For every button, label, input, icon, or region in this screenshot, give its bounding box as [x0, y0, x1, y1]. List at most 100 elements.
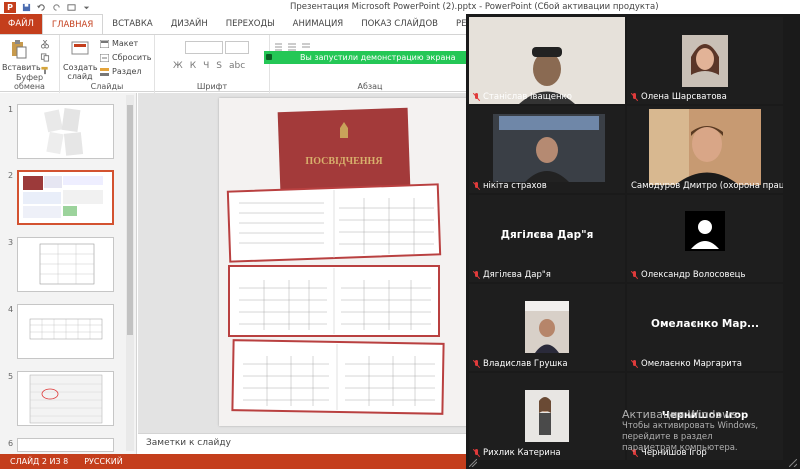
slide-number: 2: [8, 171, 14, 180]
copy-icon[interactable]: [40, 53, 50, 62]
mic-muted-icon: [473, 449, 480, 457]
notes-placeholder: Заметки к слайду: [146, 438, 231, 448]
slide-number: 5: [8, 372, 14, 381]
customize-qat-icon[interactable]: [82, 3, 91, 12]
mic-muted-icon: [473, 182, 480, 190]
font-size-combo[interactable]: [225, 41, 249, 54]
participant-video: [627, 17, 783, 104]
shadow-button[interactable]: S: [216, 61, 222, 71]
tab-animations[interactable]: АНИМАЦИЯ: [284, 14, 353, 34]
participant-name: Станіслав Іващенко: [483, 92, 572, 102]
participant-video: [469, 106, 625, 193]
slide-number: 4: [8, 305, 14, 314]
screen-share-notification[interactable]: Вы запустили демонстрацию экрана: [264, 51, 466, 64]
tab-slideshow[interactable]: ПОКАЗ СЛАЙДОВ: [352, 14, 447, 34]
paragraph-group: Абзац: [270, 35, 470, 93]
section-button[interactable]: Раздел: [100, 67, 142, 76]
participant-video: [469, 17, 625, 104]
participant-tile[interactable]: Рихлик Катерина: [469, 373, 625, 460]
font-name-combo[interactable]: [185, 41, 223, 54]
paste-icon: [12, 40, 27, 59]
window-title: Презентация Microsoft PowerPoint (2).ppt…: [290, 2, 659, 12]
slide-number: 6: [8, 439, 14, 448]
participant-name: Владислав Грушка: [483, 359, 568, 369]
font-group: Ж К Ч S abc Шрифт: [155, 35, 270, 93]
status-bar: СЛАЙД 2 ИЗ 8 РУССКИЙ: [0, 454, 470, 469]
layout-button[interactable]: Макет: [100, 39, 138, 48]
participant-tile[interactable]: Дягілєва Дар"я Дягілєва Дар"я: [469, 195, 625, 282]
strikethrough-button[interactable]: abc: [229, 61, 245, 71]
slide-thumbnail[interactable]: [17, 237, 114, 292]
share-screen-icon: [266, 54, 272, 60]
mic-muted-icon: [473, 360, 480, 368]
current-slide[interactable]: ПОСВІДЧЕННЯ: [219, 98, 468, 426]
participant-name: Самодуров Дмитро (охорона праці): [631, 181, 783, 191]
italic-button[interactable]: К: [190, 61, 196, 71]
mic-muted-icon: [473, 93, 480, 101]
participant-tile[interactable]: Омелаєнко Мар... Омелаєнко Маргарита: [627, 284, 783, 371]
video-conference-gallery: Станіслав Іващенко Олена Шарсватова нікі…: [466, 14, 800, 469]
tab-insert[interactable]: ВСТАВКА: [103, 14, 161, 34]
slide-counter: СЛАЙД 2 ИЗ 8: [10, 457, 69, 466]
participant-name: Олена Шарсватова: [641, 92, 727, 102]
participant-tile[interactable]: нікіта страхов: [469, 106, 625, 193]
slide-thumbnail-image: [44, 107, 84, 156]
powerpoint-logo-icon: P: [4, 1, 16, 13]
tab-transitions[interactable]: ПЕРЕХОДЫ: [217, 14, 284, 34]
participant-tile[interactable]: Владислав Грушка: [469, 284, 625, 371]
new-slide-button[interactable]: Создать слайд: [63, 39, 98, 81]
notes-pane[interactable]: Заметки к слайду: [138, 433, 470, 454]
title-bar: P Презентация Microsoft PowerPoint (2).p…: [0, 0, 800, 14]
tab-design[interactable]: ДИЗАЙН: [162, 14, 217, 34]
slide-thumbnails-pane: 1 2 3 4 5 6: [0, 93, 137, 454]
section-icon: [100, 67, 109, 76]
certificate-cover-title: ПОСВІДЧЕННЯ: [305, 156, 383, 167]
slide-thumbnail[interactable]: [17, 438, 114, 452]
slide-thumbnail-selected[interactable]: [17, 170, 114, 225]
participant-name: нікіта страхов: [483, 181, 547, 191]
quick-access-toolbar: P: [0, 1, 91, 13]
mic-muted-icon: [631, 271, 638, 279]
thumbnails-scrollbar[interactable]: [126, 95, 134, 451]
slides-group: Создать слайд Макет Сбросить Раздел Слай…: [60, 35, 155, 93]
slide-editing-area: ПОСВІДЧЕННЯ: [138, 93, 470, 433]
slide-thumbnail-image: [29, 318, 103, 340]
clipboard-group: Вставить Буфер обмена: [0, 35, 60, 93]
slide-thumbnail[interactable]: [17, 304, 114, 359]
font-format-buttons: Ж К Ч S abc: [173, 61, 245, 71]
participant-tile-active-speaker[interactable]: Самодуров Дмитро (охорона праці): [627, 106, 783, 193]
slide-thumbnail[interactable]: [17, 371, 114, 426]
underline-button[interactable]: Ч: [203, 61, 209, 71]
participant-tile[interactable]: Олена Шарсватова: [627, 17, 783, 104]
avatar-placeholder-icon: [627, 195, 783, 282]
paste-button[interactable]: Вставить: [2, 39, 41, 72]
participant-name: Рихлик Катерина: [483, 448, 561, 458]
slide-number: 1: [8, 105, 14, 114]
undo-icon[interactable]: [37, 3, 46, 12]
participant-tile[interactable]: Олександр Волосовець: [627, 195, 783, 282]
start-slideshow-icon[interactable]: [67, 3, 76, 12]
redo-icon[interactable]: [52, 3, 61, 12]
participant-display-name: Дягілєва Дар"я: [500, 229, 594, 241]
language-indicator[interactable]: РУССКИЙ: [84, 457, 123, 466]
participant-name: Дягілєва Дар"я: [483, 270, 551, 280]
tab-home[interactable]: ГЛАВНАЯ: [41, 14, 104, 34]
participant-tile[interactable]: Станіслав Іващенко: [469, 17, 625, 104]
slide-thumbnail-image: [19, 172, 112, 223]
scrollbar-thumb[interactable]: [127, 105, 133, 335]
ribbon-tabs: ФАЙЛ ГЛАВНАЯ ВСТАВКА ДИЗАЙН ПЕРЕХОДЫ АНИ…: [0, 14, 520, 34]
save-icon[interactable]: [22, 3, 31, 12]
cut-icon[interactable]: [40, 40, 50, 49]
resize-grip-icon[interactable]: [789, 459, 797, 467]
bold-button[interactable]: Ж: [173, 61, 183, 71]
mic-muted-icon: [631, 360, 638, 368]
resize-grip-icon[interactable]: [469, 459, 477, 467]
slide-photo: ПОСВІДЧЕННЯ: [219, 98, 468, 426]
reset-button[interactable]: Сбросить: [100, 53, 151, 62]
layout-icon: [100, 39, 109, 48]
tab-file[interactable]: ФАЙЛ: [0, 14, 42, 34]
participant-display-name: Омелаєнко Мар...: [651, 318, 759, 330]
participant-name: Олександр Волосовець: [641, 270, 746, 280]
slide-thumbnail[interactable]: [17, 104, 114, 159]
mic-muted-icon: [631, 93, 638, 101]
